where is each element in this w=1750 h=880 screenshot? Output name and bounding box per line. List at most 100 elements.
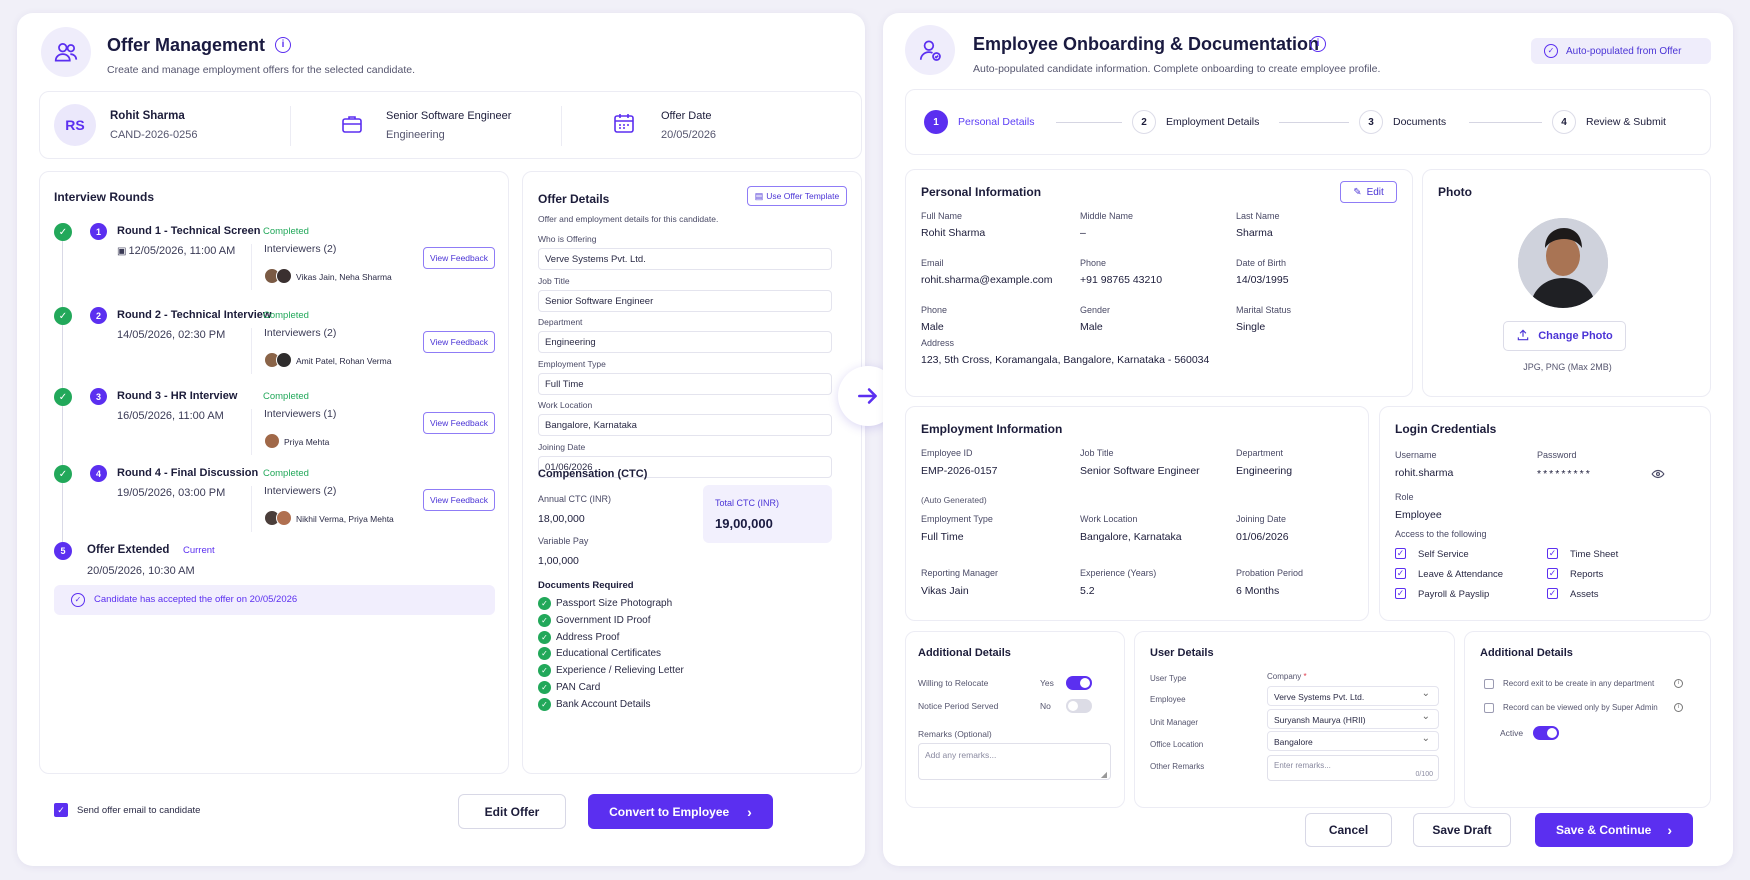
view-feedback-button[interactable]: View Feedback — [423, 489, 495, 511]
check-circle-icon: ✓ — [71, 593, 85, 607]
personal-info-card: Personal Information ✎ Edit Full Name Rohi… — [905, 169, 1413, 397]
status-badge: Completed — [263, 310, 309, 321]
info-icon[interactable]: i — [1674, 703, 1683, 712]
offer-management-panel: Offer Management i Create and manage emp… — [17, 13, 865, 866]
step-label[interactable]: Review & Submit — [1586, 116, 1666, 128]
check-icon: ✓ — [538, 597, 551, 610]
step-number[interactable]: 3 — [1359, 110, 1383, 134]
auto-populated-badge: ✓ Auto-populated from Offer — [1531, 38, 1711, 64]
status-badge: Completed — [263, 468, 309, 479]
avatar — [276, 268, 292, 284]
step-label[interactable]: Personal Details — [958, 116, 1034, 128]
page-subtitle: Create and manage employment offers for … — [107, 64, 415, 76]
field-value: +91 98765 43210 — [1080, 274, 1163, 286]
info-icon[interactable]: i — [1674, 679, 1683, 688]
relocate-toggle[interactable] — [1066, 676, 1092, 690]
variable-pay-value: 1,00,000 — [538, 555, 579, 567]
field-label: Full Name — [921, 211, 963, 221]
interview-rounds-card: Interview Rounds ✓ 1 Round 1 - Technical S… — [39, 171, 509, 774]
notice-label: Notice Period Served — [918, 701, 999, 711]
record-view-checkbox[interactable] — [1484, 703, 1494, 713]
document-item: Government ID Proof — [556, 614, 651, 626]
field-value: Sharma — [1236, 227, 1273, 239]
step-number[interactable]: 1 — [924, 110, 948, 134]
access-label: Access to the following — [1395, 529, 1487, 539]
view-feedback-button[interactable]: View Feedback — [423, 412, 495, 434]
field-label: Gender — [1080, 305, 1111, 315]
field-value: Engineering — [1236, 465, 1293, 477]
field-label: Probation Period — [1236, 568, 1304, 578]
access-checkbox[interactable]: ✓ — [1547, 568, 1558, 579]
step-label[interactable]: Employment Details — [1166, 116, 1259, 128]
record-exit-checkbox[interactable] — [1484, 679, 1494, 689]
active-toggle[interactable] — [1533, 726, 1559, 740]
cancel-button[interactable]: Cancel — [1305, 813, 1392, 847]
convert-to-employee-button[interactable]: Convert to Employee › — [588, 794, 773, 829]
access-checkbox[interactable]: ✓ — [1395, 568, 1406, 579]
document-item: Educational Certificates — [556, 648, 662, 660]
onboarding-panel: Employee Onboarding & Documentation i Au… — [883, 13, 1733, 866]
step-number: 5 — [54, 542, 72, 560]
step-number[interactable]: 4 — [1552, 110, 1576, 134]
edit-offer-button[interactable]: Edit Offer — [458, 794, 566, 829]
eye-icon[interactable] — [1651, 467, 1665, 486]
interviewers-label: Interviewers (2) — [264, 485, 337, 497]
completed-check-icon: ✓ — [54, 307, 72, 325]
use-offer-template-button[interactable]: ▤ Use Offer Template — [747, 186, 847, 206]
edit-button[interactable]: ✎ Edit — [1340, 181, 1397, 203]
save-draft-button[interactable]: Save Draft — [1413, 813, 1511, 847]
offer-field-input[interactable]: Engineering — [538, 331, 832, 353]
offer-extended-date: 20/05/2026, 10:30 AM — [87, 565, 195, 577]
access-label: Assets — [1570, 589, 1599, 600]
offer-field-input[interactable]: Verve Systems Pvt. Ltd. — [538, 248, 832, 270]
step-label[interactable]: Documents — [1393, 116, 1446, 128]
status-badge: Completed — [263, 226, 309, 237]
accepted-banner: ✓ Candidate has accepted the offer on 20… — [54, 585, 495, 615]
field-label: Email — [921, 258, 944, 268]
field-label: Employment Type — [921, 514, 993, 524]
view-feedback-button[interactable]: View Feedback — [423, 331, 495, 353]
field-label: Department — [538, 317, 583, 327]
change-photo-button[interactable]: Change Photo — [1503, 321, 1626, 351]
send-email-checkbox[interactable]: ✓ — [54, 803, 68, 817]
check-icon: ✓ — [538, 697, 551, 711]
offer-field-input[interactable]: Bangalore, Karnataka — [538, 414, 832, 436]
round-number: 1 — [90, 223, 107, 240]
access-checkbox[interactable]: ✓ — [1547, 548, 1558, 559]
unit-manager-select[interactable]: Suryansh Maurya (HRII) — [1267, 709, 1439, 729]
info-icon[interactable]: i — [275, 37, 291, 53]
section-title: Personal Information — [921, 185, 1042, 199]
company-select[interactable]: Verve Systems Pvt. Ltd. — [1267, 686, 1439, 706]
candidate-name: Rohit Sharma — [110, 110, 185, 122]
document-item: PAN Card — [556, 682, 601, 693]
send-email-label: Send offer email to candidate — [77, 805, 201, 816]
notice-toggle[interactable] — [1066, 699, 1092, 713]
company-label: Company * — [1267, 672, 1307, 681]
total-ctc-value: 19,00,000 — [715, 516, 773, 531]
access-checkbox[interactable]: ✓ — [1547, 588, 1558, 599]
access-checkbox[interactable]: ✓ — [1395, 548, 1406, 559]
candidate-summary: RS Rohit Sharma CAND-2026-0256 Senior So… — [39, 91, 862, 159]
save-continue-button[interactable]: Save & Continue › — [1535, 813, 1693, 847]
step-number[interactable]: 2 — [1132, 110, 1156, 134]
profile-photo — [1518, 218, 1608, 308]
access-checkbox[interactable]: ✓ — [1395, 588, 1406, 599]
page-title: Employee Onboarding & Documentation — [973, 34, 1320, 54]
field-label: Job Title — [538, 275, 570, 286]
username-label: Username — [1395, 450, 1437, 460]
annual-ctc-label: Annual CTC (INR) — [538, 494, 612, 504]
additional-details-card: Additional Details Willing to Relocate Y… — [905, 631, 1125, 808]
view-feedback-button[interactable]: View Feedback — [423, 247, 495, 269]
field-value: Vikas Jain — [921, 585, 969, 597]
interviewer-names: Nikhil Verma, Priya Mehta — [296, 514, 394, 524]
remarks-textarea[interactable]: Add any remarks... ◢ — [918, 743, 1111, 780]
office-location-select[interactable]: Bangalore — [1267, 731, 1439, 751]
offer-field-input[interactable]: Full Time — [538, 372, 832, 395]
user-type-label: User Type — [1150, 674, 1187, 683]
offer-extended-title: Offer Extended — [87, 544, 170, 556]
other-remarks-input[interactable]: Enter remarks... 0/100 — [1267, 755, 1439, 781]
check-icon: ✓ — [538, 681, 551, 694]
offer-field-input[interactable]: Senior Software Engineer — [538, 289, 832, 312]
info-icon[interactable]: i — [1310, 36, 1326, 52]
resize-handle-icon: ◢ — [1100, 770, 1107, 779]
